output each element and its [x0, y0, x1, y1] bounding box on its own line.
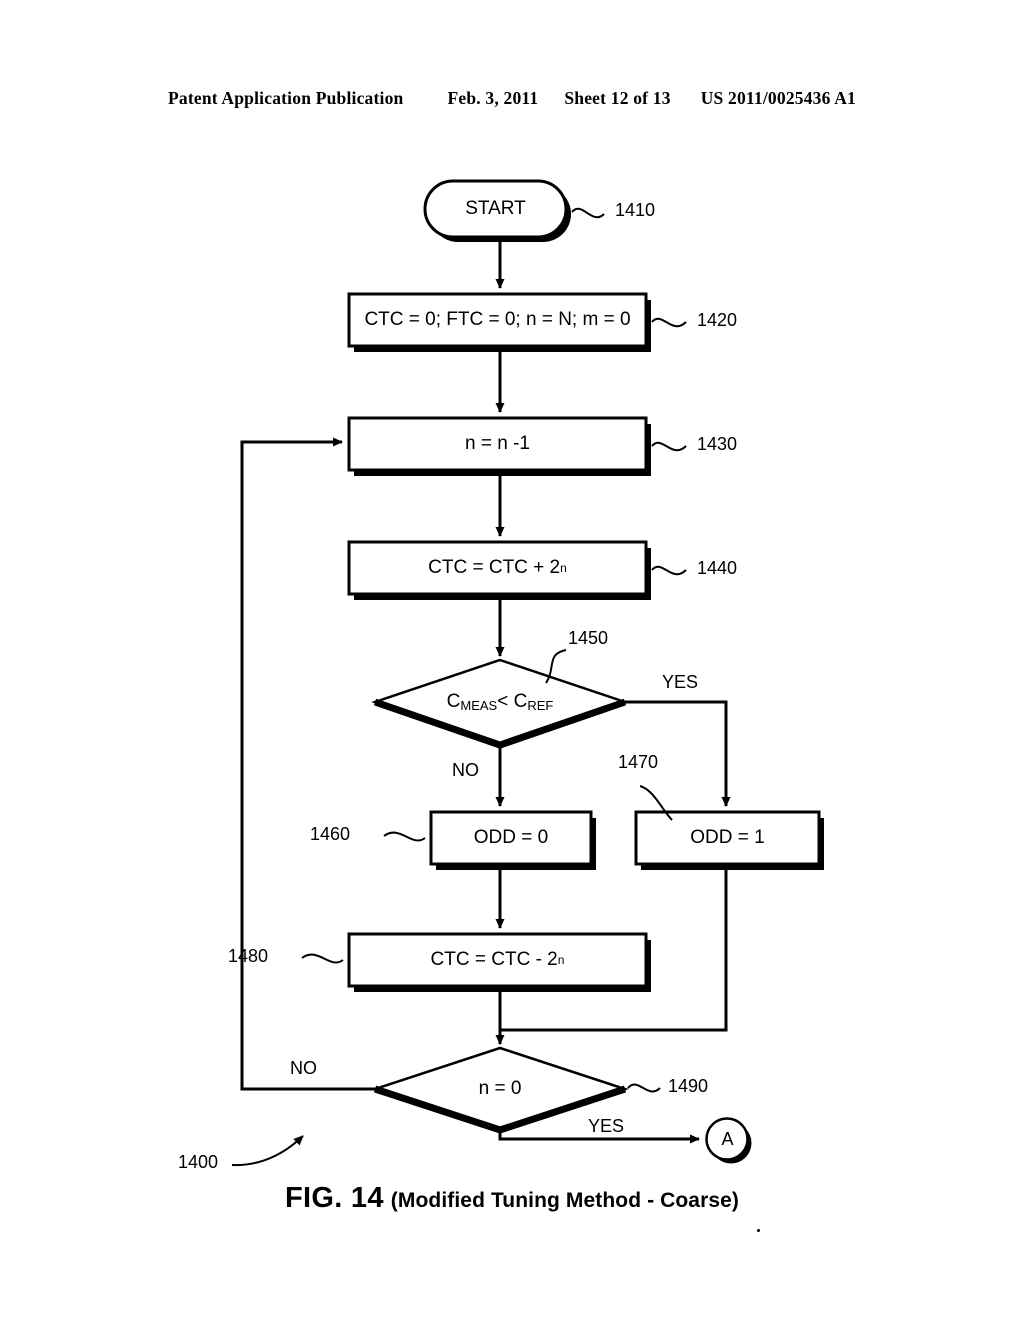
leader-1430 — [651, 441, 687, 452]
ref-label-1450: 1450 — [568, 628, 609, 648]
branch-label-nzero-no: NO — [290, 1058, 317, 1078]
ref-label-1410: 1410 — [615, 200, 656, 220]
leader-1420 — [651, 317, 687, 328]
node-start[interactable] — [423, 179, 568, 239]
node-compare-decision[interactable] — [371, 658, 629, 747]
scan-artifact — [757, 1229, 760, 1232]
leader-1400 — [231, 1135, 304, 1167]
figure-description: (Modified Tuning Method - Coarse) — [390, 1189, 739, 1212]
figure-caption: FIG. 14 (Modified Tuning Method - Coarse) — [0, 1182, 1024, 1215]
branch-label-nzero-yes: YES — [588, 1116, 625, 1136]
ref-label-1470: 1470 — [618, 752, 659, 772]
ref-label-1480: 1480 — [228, 946, 269, 966]
ref-label-1460: 1460 — [310, 824, 351, 844]
node-ctc-sub[interactable] — [347, 932, 648, 988]
figure-number: FIG. 14 — [284, 1182, 384, 1214]
ref-label-1420: 1420 — [697, 310, 738, 330]
flowchart-svg — [231, 179, 824, 1167]
branch-label-compare-no: NO — [452, 760, 479, 780]
leader-1480 — [301, 953, 344, 964]
leader-1410 — [571, 207, 605, 219]
branch-label-compare-yes: YES — [662, 672, 699, 692]
node-ctc-add[interactable] — [347, 540, 648, 596]
ref-label-1490: 1490 — [668, 1076, 709, 1096]
leader-1440 — [651, 565, 687, 576]
node-odd-zero[interactable] — [429, 810, 593, 866]
node-connector-a[interactable] — [705, 1117, 749, 1161]
node-odd-one[interactable] — [634, 810, 821, 866]
leader-1490 — [627, 1083, 661, 1093]
node-init[interactable] — [347, 292, 648, 348]
leader-1460 — [383, 831, 426, 842]
node-shapes — [347, 179, 821, 1161]
ref-label-1440: 1440 — [697, 558, 738, 578]
ref-label-1400: 1400 — [178, 1152, 219, 1172]
node-decrement[interactable] — [347, 416, 648, 472]
flowchart-figure: START CTC = 0; FTC = 0; n = N; m = 0 n =… — [0, 0, 1024, 1320]
ref-label-1430: 1430 — [697, 434, 738, 454]
